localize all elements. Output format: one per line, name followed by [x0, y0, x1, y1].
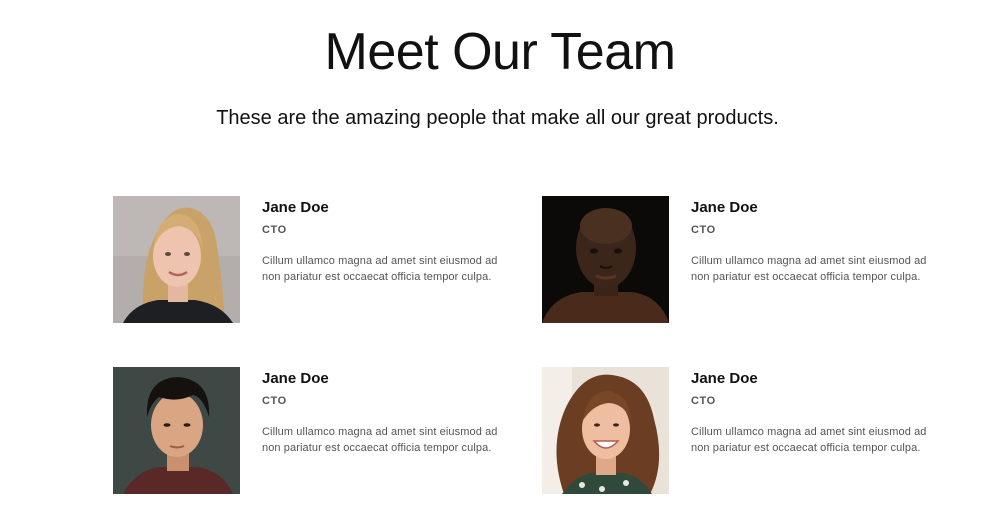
team-member-name: Jane Doe — [691, 370, 758, 387]
team-member-photo — [113, 367, 240, 494]
team-member-name: Jane Doe — [262, 199, 329, 216]
team-member-role: CTO — [262, 395, 287, 407]
team-member-bio: Cillum ullamco magna ad amet sint eiusmo… — [262, 426, 498, 454]
team-member-photo — [542, 196, 669, 323]
team-member-bio: Cillum ullamco magna ad amet sint eiusmo… — [691, 255, 927, 283]
team-member-card: Jane Doe CTO Cillum ullamco magna ad ame… — [542, 367, 942, 495]
page-title: Meet Our Team — [324, 23, 676, 81]
team-member-bio: Cillum ullamco magna ad amet sint eiusmo… — [262, 255, 498, 283]
team-member-photo — [113, 196, 240, 323]
page-subtitle: These are the amazing people that make a… — [216, 107, 779, 129]
team-member-photo — [542, 367, 669, 494]
team-member-role: CTO — [262, 224, 287, 236]
team-member-card: Jane Doe CTO Cillum ullamco magna ad ame… — [542, 196, 942, 324]
team-member-bio: Cillum ullamco magna ad amet sint eiusmo… — [691, 426, 927, 454]
team-member-card: Jane Doe CTO Cillum ullamco magna ad ame… — [113, 196, 513, 324]
team-member-role: CTO — [691, 395, 716, 407]
team-member-role: CTO — [691, 224, 716, 236]
team-member-name: Jane Doe — [691, 199, 758, 216]
team-member-name: Jane Doe — [262, 370, 329, 387]
team-member-card: Jane Doe CTO Cillum ullamco magna ad ame… — [113, 367, 513, 495]
